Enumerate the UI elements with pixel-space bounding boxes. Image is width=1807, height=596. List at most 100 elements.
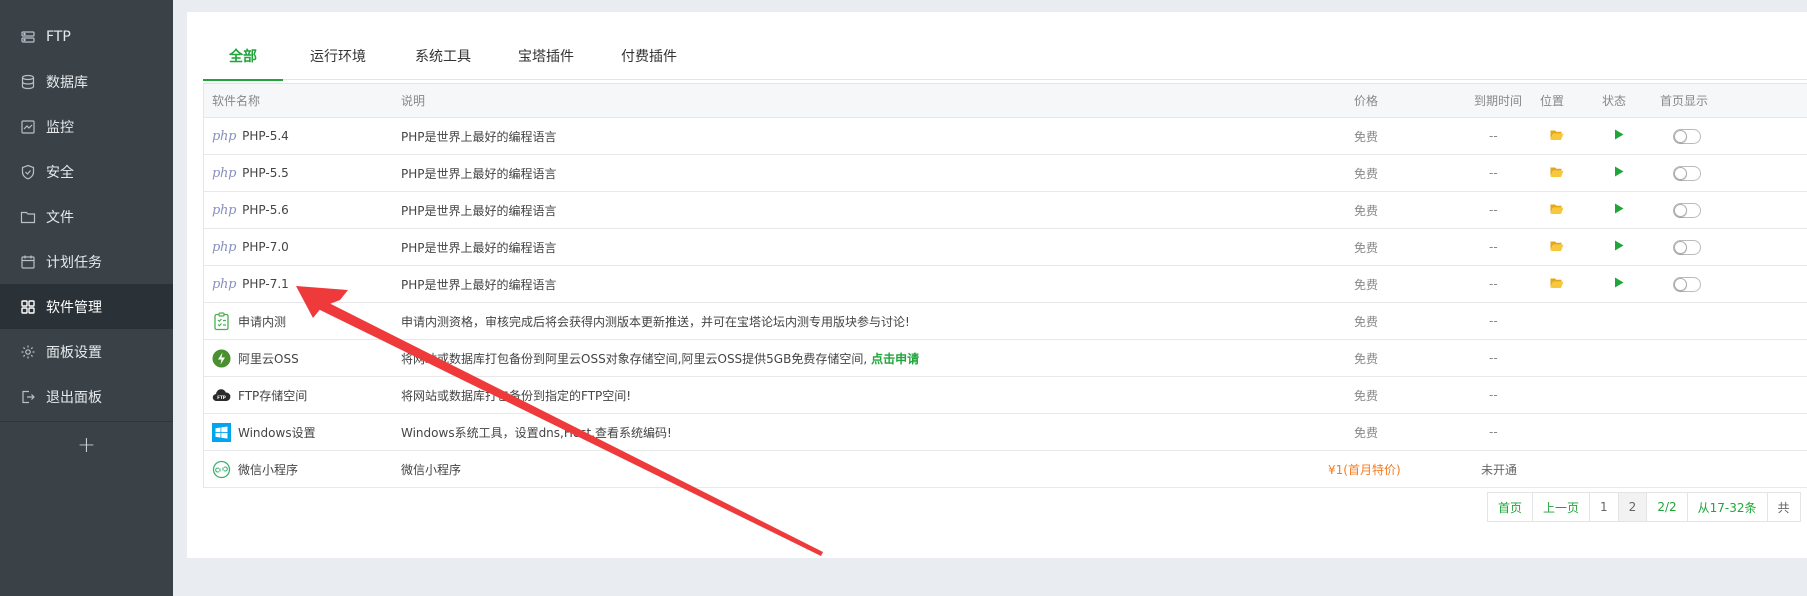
name-cell[interactable]: 阿里云OSS <box>212 340 299 376</box>
software-name: PHP-5.6 <box>242 203 289 217</box>
table-row: Windows设置 Windows系统工具，设置dns,Host,查看系统编码! 免… <box>204 414 1807 451</box>
tab-system-tools[interactable]: 系统工具 <box>393 32 493 80</box>
tab-bt-plugins[interactable]: 宝塔插件 <box>493 32 599 80</box>
software-name: PHP-5.5 <box>242 166 289 180</box>
expire-cell: -- <box>1489 203 1498 217</box>
desc-cell: 申请内测资格，审核完成后将会获得内测版本更新推送，并可在宝塔论坛内测专用版块参与… <box>401 303 910 339</box>
name-cell[interactable]: 微信小程序 <box>212 451 298 487</box>
folder-open-icon <box>1550 203 1564 218</box>
name-cell[interactable]: 申请内测 <box>212 303 286 339</box>
sidebar-item-label: 计划任务 <box>46 254 102 271</box>
expire-cell: -- <box>1489 314 1498 328</box>
software-name: FTP存储空间 <box>238 388 308 403</box>
play-icon <box>1614 240 1624 254</box>
first-page-button[interactable]: 首页 <box>1488 493 1534 521</box>
table-row: php PHP-7.1 PHP是世界上最好的编程语言 免费 -- <box>204 266 1807 303</box>
software-name: PHP-7.0 <box>242 240 289 254</box>
php-logo-icon: php <box>212 128 237 144</box>
homepage-display-toggle[interactable] <box>1673 118 1701 154</box>
open-folder-button[interactable] <box>1550 192 1564 228</box>
sidebar-item-shield[interactable]: 安全 <box>0 149 173 194</box>
table-row: php PHP-5.4 PHP是世界上最好的编程语言 免费 -- <box>204 118 1807 155</box>
tab-paid-plugins[interactable]: 付费插件 <box>599 32 699 80</box>
price-cell: 免费 <box>1354 129 1379 144</box>
price-cell: 免费 <box>1354 314 1379 329</box>
sidebar-item-folder[interactable]: 文件 <box>0 194 173 239</box>
page-1-button[interactable]: 1 <box>1590 493 1619 521</box>
sidebar-item-grid[interactable]: 软件管理 <box>0 284 173 329</box>
open-folder-button[interactable] <box>1550 155 1564 191</box>
software-name: Windows设置 <box>238 425 316 440</box>
homepage-display-toggle[interactable] <box>1673 192 1701 228</box>
software-desc: PHP是世界上最好的编程语言 <box>401 277 557 292</box>
tab-runtime[interactable]: 运行环境 <box>283 32 393 80</box>
toggle-switch[interactable] <box>1673 239 1701 255</box>
open-folder-button[interactable] <box>1550 266 1564 302</box>
name-cell[interactable]: FTP FTP存储空间 <box>212 377 307 413</box>
toggle-switch[interactable] <box>1673 165 1701 181</box>
folder-open-icon <box>1550 240 1564 255</box>
table-header: 软件名称 说明 价格 到期时间 位置 状态 首页显示 <box>204 84 1807 118</box>
prev-page-button[interactable]: 上一页 <box>1533 493 1591 521</box>
sidebar-item-database[interactable]: 数据库 <box>0 59 173 104</box>
homepage-display-toggle[interactable] <box>1673 266 1701 302</box>
toggle-switch[interactable] <box>1673 276 1701 292</box>
software-name: 微信小程序 <box>238 462 299 477</box>
folder-open-icon <box>1550 166 1564 181</box>
expire-cell: -- <box>1489 351 1498 365</box>
software-desc: PHP是世界上最好的编程语言 <box>401 203 557 218</box>
sidebar-item-logout[interactable]: 退出面板 <box>0 374 173 419</box>
header-status: 状态 <box>1602 94 1627 108</box>
page-2-current: 2 <box>1618 493 1648 521</box>
status-running-button[interactable] <box>1614 229 1624 265</box>
sidebar-item-label: 退出面板 <box>46 389 102 406</box>
name-cell[interactable]: Windows设置 <box>212 414 316 450</box>
desc-cell: PHP是世界上最好的编程语言 <box>401 229 557 265</box>
status-running-button[interactable] <box>1614 118 1624 154</box>
sidebar-item-label: 软件管理 <box>46 299 102 316</box>
sidebar-divider <box>0 421 173 422</box>
open-folder-button[interactable] <box>1550 118 1564 154</box>
sidebar-item-label: 数据库 <box>46 74 88 91</box>
name-cell[interactable]: php PHP-5.6 <box>212 192 289 228</box>
homepage-display-toggle[interactable] <box>1673 155 1701 191</box>
sidebar-item-label: 文件 <box>46 209 74 226</box>
apply-link[interactable]: 点击申请 <box>871 350 919 367</box>
price-cell: 免费 <box>1354 425 1379 440</box>
name-cell[interactable]: php PHP-5.5 <box>212 155 289 191</box>
status-running-button[interactable] <box>1614 266 1624 302</box>
sidebar-item-monitor[interactable]: 监控 <box>0 104 173 149</box>
status-running-button[interactable] <box>1614 192 1624 228</box>
toggle-switch[interactable] <box>1673 202 1701 218</box>
expire-cell: 未开通 <box>1481 462 1518 477</box>
tab-all[interactable]: 全部 <box>203 32 283 81</box>
desc-cell: Windows系统工具，设置dns,Host,查看系统编码! <box>401 414 672 450</box>
status-running-button[interactable] <box>1614 155 1624 191</box>
name-cell[interactable]: php PHP-7.1 <box>212 266 289 302</box>
sidebar-item-gear[interactable]: 面板设置 <box>0 329 173 374</box>
homepage-display-toggle[interactable] <box>1673 229 1701 265</box>
category-tabs: 全部 运行环境 系统工具 宝塔插件 付费插件 <box>203 32 1807 81</box>
expire-cell: -- <box>1489 277 1498 291</box>
wechat-miniprogram-icon <box>212 460 231 479</box>
play-icon <box>1614 129 1624 143</box>
sidebar-item-ftp[interactable]: FTP <box>0 14 173 59</box>
name-cell[interactable]: php PHP-7.0 <box>212 229 289 265</box>
header-home: 首页显示 <box>1660 94 1709 108</box>
software-desc: PHP是世界上最好的编程语言 <box>401 129 557 144</box>
add-menu-button[interactable]: + <box>0 424 173 466</box>
open-folder-button[interactable] <box>1550 229 1564 265</box>
table-row: 阿里云OSS 将网站或数据库打包备份到阿里云OSS对象存储空间,阿里云OSS提供5… <box>204 340 1807 377</box>
sidebar: FTP 数据库监控 安全文件计划任务软件管理面板设置退出面板 + <box>0 0 173 596</box>
play-icon <box>1614 203 1624 217</box>
table-row: FTP FTP存储空间 将网站或数据库打包备份到指定的FTP空间! 免费 -- <box>204 377 1807 414</box>
sidebar-item-calendar[interactable]: 计划任务 <box>0 239 173 284</box>
name-cell[interactable]: php PHP-5.4 <box>212 118 289 154</box>
toggle-switch[interactable] <box>1673 128 1701 144</box>
php-logo-icon: php <box>212 276 237 292</box>
header-name: 软件名称 <box>212 94 261 108</box>
software-desc: 将网站或数据库打包备份到指定的FTP空间! <box>401 388 632 403</box>
software-name: PHP-7.1 <box>242 277 289 291</box>
aliyun-oss-icon <box>212 349 231 368</box>
software-name: 申请内测 <box>238 314 287 329</box>
